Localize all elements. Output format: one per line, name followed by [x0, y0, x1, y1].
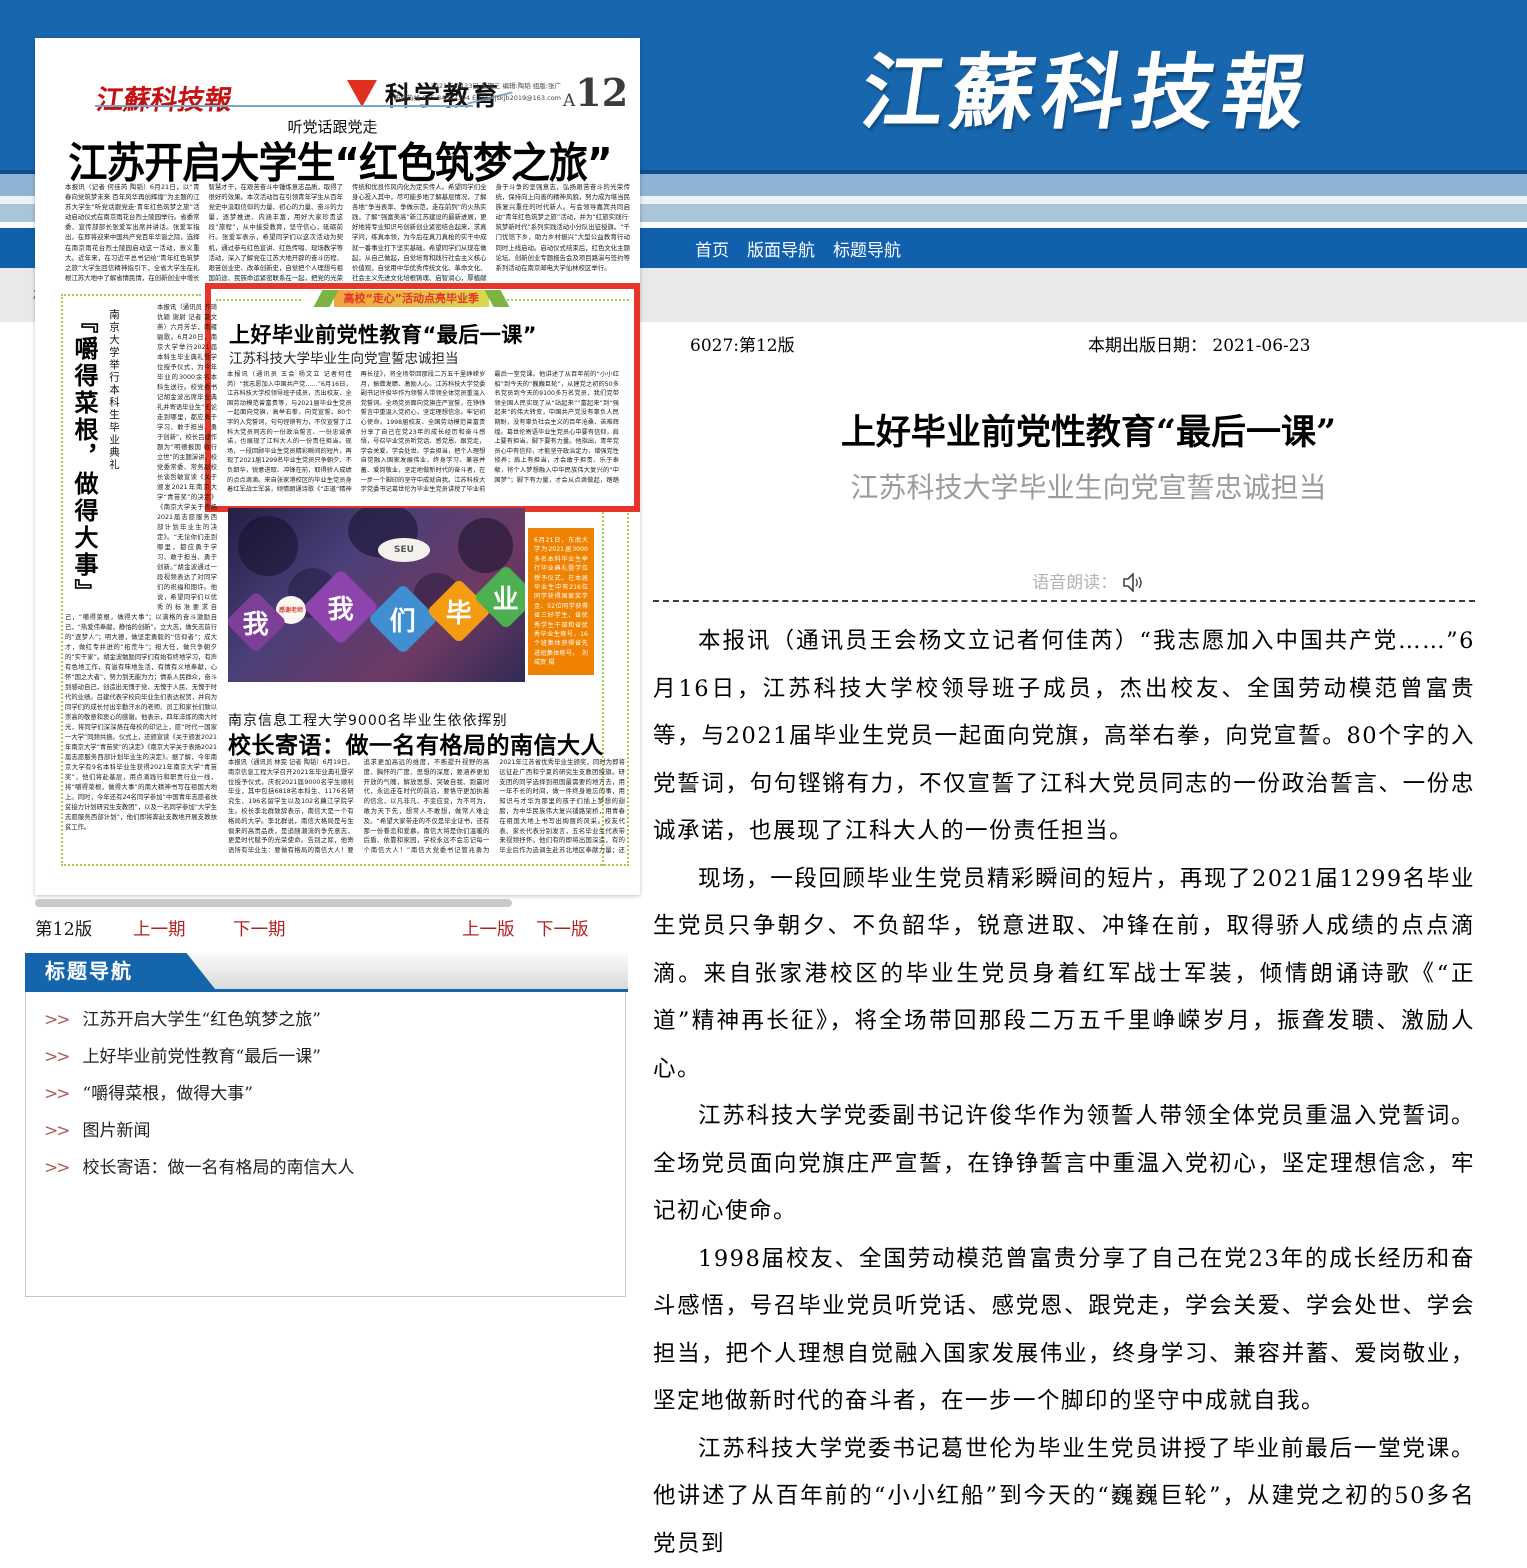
- title-nav-header: 标题导航: [25, 953, 215, 989]
- title-nav-item[interactable]: >>校长寄语：做一名有格局的南信大人: [26, 1150, 625, 1187]
- article-paragraph: 江苏科技大学党委副书记许俊华作为领誓人带领全体党员重温入党誓词。全场党员面向党旗…: [653, 1093, 1475, 1236]
- site-masthead: 江蘇科技報: [642, 26, 1527, 145]
- title-nav-list: >>江苏开启大学生“红色筑梦之旅” >>上好毕业前党性教育“最后一课” >>“嚼…: [25, 992, 626, 1297]
- photo-caption: 6月21日，东南大学为2021届3000多名本科毕业生举行毕业典礼暨学位授予仪式…: [528, 528, 594, 675]
- title-nav-header-bar: 标题导航: [25, 953, 628, 992]
- newspaper-brand: 江蘇科技報: [94, 78, 234, 117]
- article-paragraph: 现场，一段回顾毕业生党员精彩瞬间的短片，再现了2021届1299名毕业生党员只争…: [653, 856, 1475, 1094]
- article-paragraph: 1998届校友、全国劳动模范曾富贵分享了自己在党23年的成长经历和奋斗感悟，号召…: [653, 1236, 1475, 1426]
- nju-vertical-kicker: 南京大学举行本科生毕业典礼: [107, 309, 122, 479]
- nju-title-block: 『嚼得菜根，做得大事』 南京大学举行本科生毕业典礼: [65, 303, 157, 613]
- pager-current-edition: 第12版: [35, 916, 92, 941]
- newspaper-page-number: A12: [563, 70, 628, 115]
- photo-blob: [238, 516, 298, 576]
- photo-blob: [458, 518, 513, 573]
- horizontal-scrollbar[interactable]: [35, 899, 512, 907]
- lead-body: 本报讯（记者 何佳芮 陶韬）6月21日，以“青春向党筑梦未来 百年风华再创辉煌”…: [65, 182, 630, 284]
- tts-label: 语音朗读：: [1032, 573, 1117, 593]
- nju-article: 『嚼得菜根，做得大事』 南京大学举行本科生毕业典礼 本报讯（通讯员 齐琦 仇颖 …: [65, 303, 217, 865]
- newspaper-contact-line: 新闻热线:025-84507304 E-mail:jskjb2019@163.c…: [365, 92, 561, 104]
- double-chevron-icon: >>: [44, 1121, 69, 1141]
- nuist-body: 本报讯（通讯员 林雯 记者 陶韬）6月19日，南京信息工程大学召开2021年毕业…: [228, 758, 625, 862]
- graduates-photo: SEU 感谢老师 我 我 们 毕 业: [228, 508, 525, 682]
- double-chevron-icon: >>: [44, 1010, 69, 1030]
- title-nav-item[interactable]: >>“嚼得菜根，做得大事”: [26, 1076, 625, 1113]
- feature-body: 本报讯（通讯员 王会 杨文立 记者何佳芮）“我志愿加入中国共产党……”6月16日…: [227, 370, 619, 500]
- article-divider: [653, 600, 1475, 602]
- article-paragraph: 本报讯（通讯员王会杨文立记者何佳芮）“我志愿加入中国共产党……”6月16日，江苏…: [653, 618, 1475, 856]
- issue-edition: 6027:第12版: [690, 331, 795, 356]
- dotted-border-left: [61, 294, 63, 866]
- double-chevron-icon: >>: [44, 1158, 69, 1178]
- feature-headline: 上好毕业前党性教育“最后一课”: [229, 319, 537, 349]
- feature-subhead: 江苏科技大学毕业生向党宣誓忠诚担当: [229, 347, 459, 367]
- masthead-rule: [95, 105, 473, 107]
- prev-page-link[interactable]: 上一版: [462, 916, 515, 941]
- prev-issue-link[interactable]: 上一期: [133, 916, 186, 941]
- next-issue-link[interactable]: 下一期: [233, 916, 286, 941]
- nav-item-home[interactable]: 首页: [695, 236, 729, 261]
- title-nav-item[interactable]: >>江苏开启大学生“红色筑梦之旅”: [26, 1002, 625, 1039]
- article-body: 本报讯（通讯员王会杨文立记者何佳芮）“我志愿加入中国共产党……”6月16日，江苏…: [653, 618, 1475, 1568]
- speaker-icon[interactable]: [1123, 573, 1145, 592]
- nav-item-title-nav[interactable]: 标题导航: [833, 236, 901, 261]
- double-chevron-icon: >>: [44, 1084, 69, 1104]
- article-title: 上好毕业前党性教育“最后一课”: [650, 404, 1527, 455]
- title-nav-item[interactable]: >>上好毕业前党性教育“最后一课”: [26, 1039, 625, 1076]
- newspaper-page-image[interactable]: 江蘇科技報 科学教育 2021年6月23日 星期三 编辑:陶韬 组版:张广 新闻…: [35, 38, 640, 895]
- title-nav-item[interactable]: >>图片新闻: [26, 1113, 625, 1150]
- double-chevron-icon: >>: [44, 1047, 69, 1067]
- newspaper-date-line: 2021年6月23日 星期三 编辑:陶韬 组版:张广: [365, 80, 561, 92]
- tts-row: 语音朗读：: [650, 568, 1527, 593]
- nuist-headline: 校长寄语：做一名有格局的南信大人: [228, 726, 604, 760]
- article-paragraph: 江苏科技大学党委书记葛世伦为毕业生党员讲授了毕业前最后一堂党课。他讲述了从百年前…: [653, 1426, 1475, 1568]
- highlighted-article-box[interactable]: 高校“走心”活动点亮毕业季 上好毕业前党性教育“最后一课” 江苏科技大学毕业生向…: [205, 283, 640, 512]
- ribbon-dots-left: [216, 299, 301, 301]
- feature-ribbon: 高校“走心”活动点亮毕业季: [318, 290, 505, 307]
- dotted-border-top: [61, 294, 201, 296]
- issue-pub-date: 本期出版日期： 2021-06-23: [1088, 331, 1310, 356]
- nav-item-page-nav[interactable]: 版面导航: [747, 236, 815, 261]
- newspaper-dateline: 2021年6月23日 星期三 编辑:陶韬 组版:张广 新闻热线:025-8450…: [365, 80, 561, 104]
- nju-vertical-title: 『嚼得菜根，做得大事』: [67, 309, 102, 609]
- ribbon-text: 高校“走心”活动点亮毕业季: [334, 290, 489, 307]
- photo-sign-seu: SEU: [378, 538, 430, 562]
- article-subtitle: 江苏科技大学毕业生向党宣誓忠诚担当: [650, 466, 1527, 506]
- photo-sign-diamond: 我: [228, 591, 287, 653]
- next-page-link[interactable]: 下一版: [536, 916, 589, 941]
